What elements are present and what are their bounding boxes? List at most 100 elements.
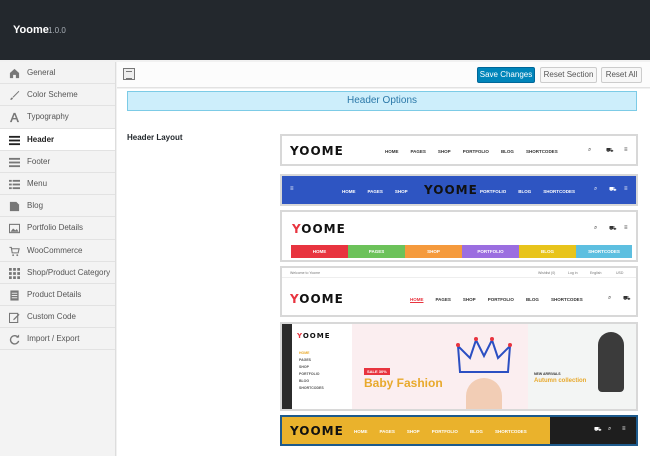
- sidebar-item-typography[interactable]: Typography: [0, 106, 115, 129]
- banner-small-label: NEW ARRIVALS: [534, 372, 561, 376]
- nav-item: PORTFOLIO: [480, 189, 507, 194]
- nav-item: BLOG: [469, 429, 483, 434]
- sidebar-item-label: Portfolio Details: [27, 223, 84, 233]
- nav-item: PORTFOLIO: [462, 149, 489, 154]
- sidebar-item-portfolio-details[interactable]: Portfolio Details: [0, 217, 115, 240]
- preview-nav: HOME PAGES SHOP PORTFOLIO BLOG SHORTCODES: [354, 429, 539, 434]
- page-icon: [10, 290, 19, 301]
- sidebar-item-import-export[interactable]: Import / Export: [0, 328, 115, 351]
- cart-icon: ⛟: [606, 148, 614, 154]
- sidebar-item-label: Footer: [27, 156, 51, 166]
- preview-logo: YOOME: [292, 222, 346, 236]
- save-changes-button[interactable]: Save Changes: [477, 67, 535, 83]
- hamburger-icon: ≡: [624, 225, 628, 231]
- reset-all-button[interactable]: Reset All: [601, 67, 642, 83]
- header-layout-option-5[interactable]: YOOME HOME PAGES SHOP PORTFOLIO BLOG SHO…: [280, 322, 638, 411]
- logo-letter: Y: [424, 183, 434, 197]
- side-menu-item: SHOP: [299, 365, 309, 369]
- sidebar-item-label: WooCommerce: [27, 245, 83, 255]
- preview-nav-left: HOME PAGES SHOP: [342, 189, 420, 194]
- sidebar-item-label: Typography: [27, 112, 69, 122]
- cart-icon: ⛟: [609, 226, 617, 232]
- options-sidebar: General Color Scheme Typography Header F…: [0, 62, 116, 456]
- blog-icon: [9, 202, 20, 212]
- nav-item: SHORTCODES: [525, 149, 558, 154]
- baby-photo: [466, 378, 502, 409]
- header-layout-option-6[interactable]: YOOME HOME PAGES SHOP PORTFOLIO BLOG SHORTCOD…: [280, 415, 638, 446]
- cart-icon: [9, 246, 20, 256]
- sidebar-item-label: Custom Code: [27, 312, 76, 322]
- sidebar-item-header[interactable]: Header: [0, 128, 115, 151]
- nav-item: SHOP: [394, 189, 408, 194]
- nav-item: SHOP: [405, 245, 462, 258]
- sidebar-item-menu[interactable]: Menu: [0, 173, 115, 196]
- expand-view-icon[interactable]: [123, 68, 135, 80]
- sidebar-item-footer[interactable]: Footer: [0, 151, 115, 173]
- logo-letter: Y: [290, 144, 300, 158]
- section-title: Header Options: [127, 91, 637, 111]
- nav-item: HOME: [354, 429, 368, 434]
- search-icon: ⌕: [608, 295, 612, 301]
- typography-icon: [9, 113, 20, 123]
- banner-collection: Autumn collection: [534, 378, 587, 384]
- topbar-language: English: [590, 271, 602, 275]
- cart-icon: ⛟: [594, 427, 602, 433]
- logo-text: OOME: [302, 332, 331, 340]
- search-icon: ⌕: [594, 186, 598, 192]
- sidebar-item-label: General: [27, 68, 56, 77]
- reset-section-button[interactable]: Reset Section: [540, 67, 597, 83]
- topbar-welcome: Welcome to Yoome: [290, 271, 321, 275]
- cart-icon: ⛟: [623, 296, 631, 302]
- preview-dark-corner: ⛟ ⌕ ≡: [550, 417, 636, 444]
- logo-text: OOME: [299, 424, 344, 438]
- hamburger-icon: ≡: [624, 147, 628, 153]
- logo-letter: Y: [290, 292, 300, 306]
- side-menu-item: SHORTCODES: [299, 386, 324, 390]
- header-layout-option-3[interactable]: YOOME ⌕ ⛟ ≡ HOME PAGES SHOP PORTFOLIO BL…: [280, 210, 638, 262]
- nav-item: PAGES: [348, 245, 405, 258]
- app-title: Yoome: [13, 24, 49, 36]
- nav-item: PORTFOLIO: [487, 297, 514, 302]
- crown-icon: [456, 337, 512, 373]
- search-icon: ⌕: [608, 426, 612, 432]
- header-layout-option-2[interactable]: ≡ HOME PAGES SHOP YOOME PORTFOLIO BLOG SHORT…: [280, 174, 638, 206]
- header-layout-option-1[interactable]: YOOME HOME PAGES SHOP PORTFOLIO BLOG SHORTCOD…: [280, 134, 638, 166]
- nav-item: HOME: [291, 245, 348, 258]
- nav-item: PAGES: [435, 297, 451, 302]
- nav-item: HOME: [342, 189, 356, 194]
- edit-icon: [9, 312, 20, 324]
- sidebar-item-shop-product-category[interactable]: Shop/Product Category: [0, 262, 115, 284]
- nav-item: PORTFOLIO: [462, 245, 519, 258]
- sidebar-item-custom-code[interactable]: Custom Code: [0, 306, 115, 329]
- nav-item: PAGES: [379, 429, 395, 434]
- sidebar-item-label: Blog: [27, 201, 44, 211]
- header-layout-option-4[interactable]: Welcome to Yoome Wishlist (0) Log in Eng…: [280, 266, 638, 317]
- nav-item: SHORTCODES: [550, 297, 583, 302]
- logo-text: OOME: [299, 144, 344, 158]
- nav-item: SHORTCODES: [543, 189, 576, 194]
- cart-icon: ⛟: [609, 187, 617, 193]
- nav-item: HOME: [385, 149, 399, 154]
- sidebar-item-general[interactable]: General: [0, 62, 115, 85]
- side-menu-item: HOME: [299, 351, 310, 355]
- side-menu-item: PAGES: [299, 358, 311, 362]
- sidebar-item-product-details[interactable]: Product Details: [0, 284, 115, 307]
- banner-left: SALE 30% Baby Fashion: [352, 324, 528, 409]
- topbar-wishlist: Wishlist (0): [538, 271, 556, 275]
- sidebar-item-woocommerce[interactable]: WooCommerce: [0, 240, 115, 262]
- header-icon: [9, 135, 20, 145]
- nav-item: SHORTCODES: [494, 429, 527, 434]
- nav-item: SHORTCODES: [576, 245, 632, 258]
- sidebar-item-blog[interactable]: Blog: [0, 195, 115, 218]
- nav-item: HOME: [410, 297, 424, 302]
- field-label: Header Layout: [127, 133, 183, 142]
- nav-item: BLOG: [519, 245, 576, 258]
- preview-logo: YOOME: [297, 332, 330, 340]
- preview-logo: YOOME: [424, 183, 478, 197]
- banner-headline: Baby Fashion: [364, 376, 443, 390]
- nav-item: BLOG: [500, 149, 514, 154]
- preview-nav-right: PORTFOLIO BLOG SHORTCODES: [480, 189, 587, 194]
- topbar-currency: USD: [616, 271, 624, 275]
- logo-text: OOME: [301, 222, 346, 236]
- sidebar-item-color-scheme[interactable]: Color Scheme: [0, 84, 115, 107]
